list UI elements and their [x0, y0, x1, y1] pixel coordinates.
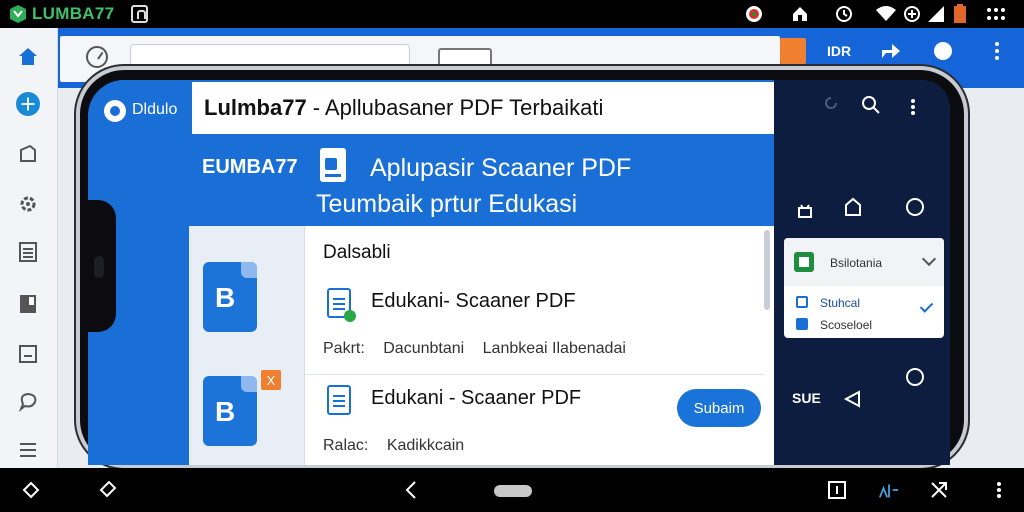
screenshot-icon[interactable]	[928, 479, 950, 501]
android-icon[interactable]	[794, 200, 816, 222]
share-icon[interactable]	[876, 38, 906, 64]
app-tile-b[interactable]: B	[203, 262, 263, 336]
app-header-brand: Dldulo	[132, 101, 178, 118]
app-tile-b-close[interactable]: B X	[203, 370, 281, 450]
meta-value: Dacunbtani	[383, 340, 465, 357]
app-tile-letter: B	[215, 282, 236, 313]
add-icon[interactable]	[16, 92, 40, 116]
file-icon	[327, 288, 356, 322]
meta-value: Kadikkcain	[386, 437, 465, 454]
list-icon[interactable]	[16, 438, 40, 462]
scanner-app: Dldulo Lulmba77 - Apllubasaner PDF Terba…	[88, 80, 774, 465]
file-icon	[327, 385, 351, 415]
dropdown-option[interactable]: Stuhcal	[820, 296, 860, 310]
dropdown-header[interactable]: Bsilotania	[784, 238, 944, 286]
home-pill[interactable]	[494, 485, 532, 497]
chevron-down-icon	[921, 251, 937, 267]
meta-label: Pakrt:	[323, 340, 365, 357]
list-item-title: Edukani - Scaaner PDF	[371, 387, 582, 409]
account-dropdown[interactable]: Bsilotania Stuhcal Scoseloel	[784, 238, 944, 338]
wifi-icon	[876, 4, 896, 24]
close-badge-icon[interactable]: X	[261, 370, 281, 390]
list-item[interactable]: Edukani- Scaaner PDF Pakrt: Dacunbtani L…	[305, 278, 765, 374]
content-area: B B X Dalsabli Edukani- Scaaner PDF Pakr…	[189, 226, 774, 465]
notification-app-icon	[744, 4, 764, 24]
home-icon[interactable]	[16, 44, 40, 68]
keyboard-icon[interactable]	[96, 479, 118, 501]
search-icon[interactable]	[860, 94, 882, 116]
list-item-meta: Pakrt: Dacunbtani Lanbkeai Ilabenadai	[323, 340, 626, 358]
phone-camera	[94, 256, 104, 278]
more-vert-icon[interactable]	[902, 96, 924, 118]
system-nav-bar	[0, 468, 1024, 512]
dropdown-option[interactable]: Scoseloel	[820, 318, 872, 332]
more-vert-icon[interactable]	[988, 479, 1010, 501]
edit-icon[interactable]	[16, 142, 40, 166]
document-icon[interactable]	[16, 240, 40, 264]
data-saver-icon	[902, 4, 922, 24]
meta-value: Lanbkeai Ilabenadai	[482, 340, 626, 357]
title-brand: Lulmba77	[204, 95, 307, 120]
circle-icon[interactable]	[904, 366, 926, 388]
dropdown-label: Bsilotania	[830, 256, 883, 270]
file-list-sheet: Dalsabli Edukani- Scaaner PDF Pakrt: Dac…	[304, 226, 774, 465]
sheets-icon	[794, 252, 814, 272]
comment-icon[interactable]	[16, 390, 40, 414]
battery-icon	[950, 4, 970, 24]
recents-icon[interactable]	[826, 479, 848, 501]
check-icon	[919, 299, 934, 313]
meta-label: Ralac:	[323, 437, 369, 454]
book-icon[interactable]	[16, 292, 40, 316]
rotate-icon[interactable]	[20, 479, 42, 501]
app-badge-icon[interactable]	[780, 38, 806, 64]
signal-icon	[926, 4, 946, 24]
list-item-meta: Ralac: Kadikkcain	[323, 437, 464, 455]
banner-title-line-1: Aplupasir Scaaner PDF	[370, 154, 632, 182]
banner-brand: EUMBA77	[202, 156, 298, 178]
banner-title-line-2: Teumbaik prtur Edukasi	[316, 190, 578, 218]
sheet-title: Dalsabli	[323, 242, 391, 263]
side-panel: Bsilotania Stuhcal Scoseloel SUE	[774, 80, 950, 465]
home-status-icon	[790, 4, 810, 24]
phone-screen: Dldulo Lulmba77 - Apllubasaner PDF Terba…	[88, 80, 950, 465]
background-nav-rail	[0, 28, 58, 468]
home-icon[interactable]	[842, 196, 864, 218]
history-icon[interactable]	[86, 46, 108, 68]
app-tile-letter: B	[215, 396, 236, 427]
sync-icon[interactable]	[820, 92, 842, 114]
title-text: - Apllubasaner PDF Terbaikati	[312, 95, 604, 120]
circle-icon[interactable]	[904, 196, 926, 218]
apps-icon[interactable]	[878, 479, 900, 501]
note-icon[interactable]	[16, 342, 40, 366]
status-bar: LUMBA77	[0, 0, 1024, 28]
profile-icon[interactable]	[928, 38, 958, 64]
currency-label: IDR	[826, 43, 852, 59]
option-icon	[796, 296, 808, 308]
app-logo-icon	[104, 100, 126, 122]
side-label: SUE	[792, 390, 821, 406]
status-brand-label: LUMBA77	[32, 4, 115, 23]
more-vert-icon[interactable]	[984, 38, 1010, 64]
option-icon	[796, 318, 808, 330]
list-item[interactable]: Edukani - Scaaner PDF Subaim Ralac: Kadi…	[305, 374, 765, 465]
more-grid-icon	[986, 4, 1006, 24]
submit-button[interactable]: Subaim	[677, 389, 761, 427]
alarm-icon	[834, 4, 854, 24]
back-icon[interactable]	[400, 479, 422, 501]
hero-banner: EUMBA77 Aplupasir Scaaner PDF Teumbaik p…	[88, 134, 774, 226]
brand-logo-icon	[10, 5, 26, 23]
app-title-bar: Lulmba77 - Apllubasaner PDF Terbaikati	[192, 82, 774, 134]
status-dot-icon	[344, 310, 356, 322]
list-item-title: Edukani- Scaaner PDF	[371, 290, 576, 312]
lock-icon	[131, 5, 148, 23]
back-triangle-icon[interactable]	[842, 388, 864, 410]
settings-icon[interactable]	[16, 192, 40, 216]
document-icon	[320, 148, 346, 182]
